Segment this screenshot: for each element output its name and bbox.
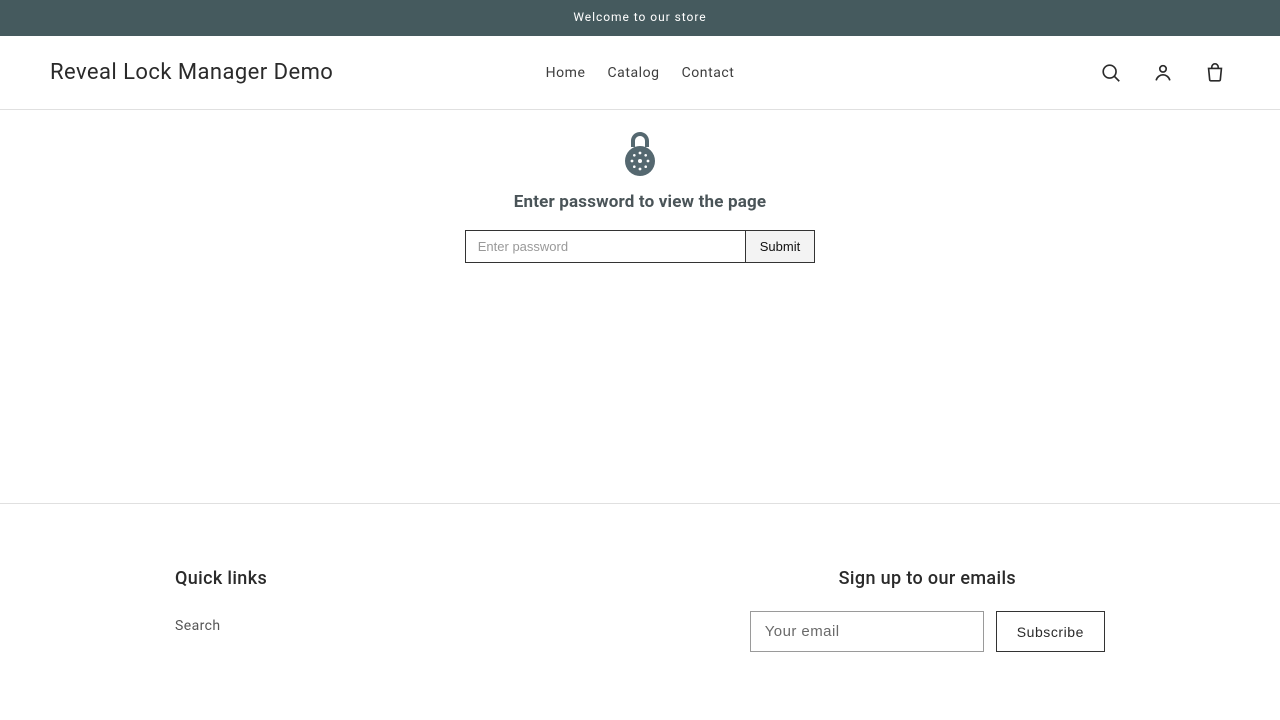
header-icons xyxy=(1096,58,1230,88)
brand-title[interactable]: Reveal Lock Manager Demo xyxy=(50,60,333,85)
account-icon[interactable] xyxy=(1148,58,1178,88)
signup-section: Sign up to our emails Subscribe xyxy=(750,568,1105,652)
quick-links-section: Quick links Search xyxy=(175,568,267,652)
lock-section: Enter password to view the page Submit xyxy=(465,130,815,263)
main-nav: Home Catalog Contact xyxy=(546,65,735,81)
signup-form: Subscribe xyxy=(750,611,1105,652)
site-header: Reveal Lock Manager Demo Home Catalog Co… xyxy=(0,36,1280,110)
nav-catalog[interactable]: Catalog xyxy=(607,65,659,81)
lock-icon xyxy=(622,163,658,182)
quick-links-title: Quick links xyxy=(175,568,267,589)
email-field[interactable] xyxy=(750,611,984,652)
password-input[interactable] xyxy=(465,230,745,263)
signup-title: Sign up to our emails xyxy=(750,568,1105,589)
nav-home[interactable]: Home xyxy=(546,65,586,81)
site-footer: Quick links Search Sign up to our emails… xyxy=(0,503,1280,652)
list-item: Search xyxy=(175,615,267,634)
search-icon[interactable] xyxy=(1096,58,1126,88)
main-content: Enter password to view the page Submit xyxy=(0,110,1280,263)
nav-contact[interactable]: Contact xyxy=(682,65,735,81)
announcement-bar: Welcome to our store xyxy=(0,0,1280,36)
password-form: Submit xyxy=(465,230,815,263)
cart-icon[interactable] xyxy=(1200,58,1230,88)
footer-link-search[interactable]: Search xyxy=(175,618,221,634)
submit-button[interactable]: Submit xyxy=(745,230,815,263)
subscribe-button[interactable]: Subscribe xyxy=(996,611,1105,652)
announcement-text: Welcome to our store xyxy=(573,10,706,24)
lock-title: Enter password to view the page xyxy=(465,192,815,212)
